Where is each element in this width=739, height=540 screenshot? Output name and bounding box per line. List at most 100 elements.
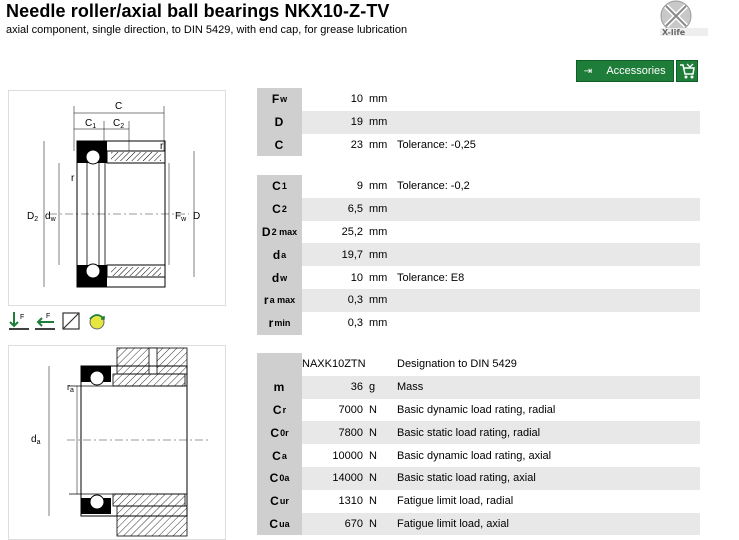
symbol-subscript: 2 max	[271, 226, 298, 237]
table-row: Cur 1310 N Fatigue limit load, radial	[257, 489, 700, 513]
label-da: da	[31, 434, 41, 446]
unit-cell: mm	[369, 116, 388, 129]
value-cell: 10	[350, 271, 363, 284]
symbol-text: C	[270, 494, 279, 509]
unit-cell: mm	[369, 248, 388, 261]
symbol-cell: r min	[257, 311, 302, 335]
description-cell: Mass	[397, 381, 424, 394]
cart-icon	[680, 63, 695, 79]
unit-cell: mm	[369, 294, 388, 307]
page-title: Needle roller/axial ball bearings NKX10-…	[6, 1, 390, 21]
unit-cell: N	[369, 472, 377, 485]
label-D2: D2	[27, 211, 38, 223]
symbol-cell: Fw	[257, 88, 302, 111]
description-cell: Designation to DIN 5429	[397, 358, 517, 371]
table-row: D2 max 25,2 mm	[257, 220, 700, 244]
symbol-cell: C 0r	[257, 421, 302, 445]
label-r-side: r	[71, 173, 75, 184]
symbol-cell: m	[257, 375, 302, 399]
symbol-text: r	[263, 293, 269, 308]
enter-arrow-icon: ⇥	[583, 65, 593, 77]
symbol-subscript: ua	[279, 518, 290, 529]
unit-cell: N	[369, 403, 377, 416]
symbol-text: C	[270, 425, 280, 440]
value-cell: 25,2	[341, 225, 363, 238]
dimensions-table-main: Fw 10 mm D 19 mm C 23 mm Tolerance: -0,25	[257, 88, 700, 157]
description-cell: Fatigue limit load, radial	[397, 495, 514, 508]
table-row: d a 19,7 mm	[257, 243, 700, 267]
symbol-subscript: w	[280, 94, 288, 105]
symbol-text: F	[271, 92, 280, 107]
symbol-cell: Cua	[257, 512, 302, 536]
accessories-button[interactable]: ⇥ Accessories	[576, 60, 674, 82]
unit-cell: mm	[369, 317, 388, 330]
value-cell: 670	[344, 517, 363, 530]
unit-cell: mm	[369, 138, 388, 151]
table-row: Cr 7000 N Basic dynamic load rating, radial	[257, 398, 700, 422]
symbol-subscript: 1	[281, 181, 287, 192]
symbol-cell: dw	[257, 266, 302, 289]
symbol-subscript: w	[280, 272, 288, 283]
unit-cell: N	[369, 449, 377, 462]
dimensions-table-detail: C 1 9 mm Tolerance: -0,2 C 2 6,5 mm D 2 max 25,2 mm d…	[257, 175, 700, 335]
label-C2: C2	[113, 118, 124, 130]
symbol-subscript: 2	[281, 204, 287, 215]
symbol-text: d	[272, 247, 281, 262]
section-view-icon[interactable]	[60, 310, 82, 332]
table-row: C 1 9 mm Tolerance: -0,2	[257, 175, 700, 198]
load-ratings-table: NAXK10ZTN Designation to DIN 5429 m 36 g Mass…	[257, 353, 700, 536]
description-cell: Tolerance: -0,2	[397, 180, 470, 193]
value-cell: NAXK10ZTN	[302, 358, 366, 371]
unit-cell: mm	[369, 225, 388, 238]
symbol-subscript: 0r	[280, 427, 289, 438]
symbol-text: C	[272, 448, 281, 463]
value-cell: 0,3	[347, 317, 363, 330]
label-D: D	[193, 211, 200, 222]
description-cell: Tolerance: E8	[397, 271, 465, 284]
value-cell: 19,7	[341, 248, 363, 261]
table-row: C 0a 14000 N Basic static load rating, axial	[257, 466, 700, 490]
unit-cell: N	[369, 495, 377, 508]
symbol-cell: Cr	[257, 398, 302, 422]
symbol-subscript: ur	[279, 496, 289, 507]
svg-text:F: F	[20, 314, 24, 321]
table-row: d w 10 mm Tolerance: E8	[257, 266, 700, 289]
table-row: ra max 0,3 mm	[257, 288, 700, 312]
value-cell: 19	[350, 116, 363, 129]
table-row: r min 0,3 mm	[257, 311, 700, 335]
symbol-text: C	[272, 402, 282, 417]
symbol-cell: Cur	[257, 489, 302, 513]
value-cell: 7800	[338, 426, 363, 439]
symbol-cell: D	[257, 110, 302, 134]
symbol-subscript: a max	[269, 295, 296, 306]
svg-text:X-life: X-life	[662, 28, 686, 37]
symbol-cell: C	[257, 133, 302, 157]
symbol-cell: C2	[257, 197, 302, 221]
rotation-view-icon[interactable]	[86, 310, 108, 332]
symbol-cell: C1	[257, 175, 302, 198]
table-row: C 2 6,5 mm	[257, 197, 700, 221]
symbol-subscript: min	[274, 318, 291, 329]
symbol-text: C	[274, 137, 284, 152]
label-ra: ra	[67, 382, 74, 394]
table-row: C 0r 7800 N Basic static load rating, radial	[257, 421, 700, 445]
unit-cell: mm	[369, 203, 388, 216]
unit-cell: g	[369, 381, 376, 394]
radial-load-icon[interactable]: F	[8, 310, 30, 332]
cart-button[interactable]	[676, 60, 698, 82]
value-cell: 14000	[332, 472, 363, 485]
unit-cell: N	[369, 426, 377, 439]
axial-load-icon[interactable]: F	[34, 310, 56, 332]
symbol-subscript: a	[281, 249, 287, 260]
value-cell: 10	[350, 93, 363, 106]
description-cell: Basic dynamic load rating, axial	[397, 449, 552, 462]
label-dw: dw	[45, 211, 57, 223]
symbol-cell: ra max	[257, 288, 302, 312]
table-row: D 19 mm	[257, 110, 700, 134]
symbol-text: m	[273, 380, 285, 395]
unit-cell: mm	[369, 93, 388, 106]
table-row: Cua 670 N Fatigue limit load, axial	[257, 512, 700, 536]
symbol-text: C	[272, 179, 281, 194]
value-cell: 1310	[338, 495, 363, 508]
mounting-dimension-drawing: ra da	[8, 345, 226, 540]
